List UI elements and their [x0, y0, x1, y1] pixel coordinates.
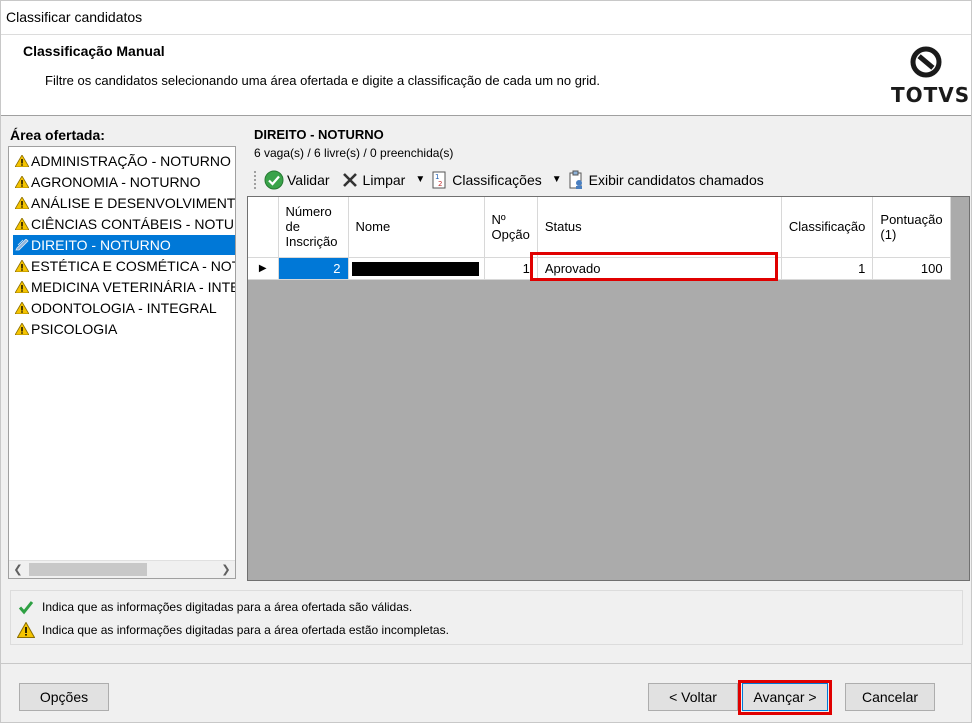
- course-title: DIREITO - NOTURNO: [254, 127, 384, 142]
- candidates-table: Número de Inscrição Nome Nº Opção Status…: [248, 197, 951, 280]
- cell-opcao[interactable]: 1: [484, 257, 538, 280]
- grid-header-row: Número de Inscrição Nome Nº Opção Status…: [248, 197, 951, 258]
- area-item-medicina-veterinaria[interactable]: MEDICINA VETERINÁRIA - INTEGRAL: [13, 277, 235, 297]
- area-item-label: CIÊNCIAS CONTÁBEIS - NOTURNO: [31, 216, 235, 232]
- header-description: Filtre os candidatos selecionando uma ár…: [45, 73, 600, 88]
- cell-pontuacao[interactable]: 100: [872, 257, 951, 280]
- area-item-label: ESTÉTICA E COSMÉTICA - NOTURNO: [31, 258, 235, 274]
- cell-classificacao[interactable]: 1: [781, 257, 874, 280]
- legend-incomplete-text: Indica que as informações digitadas para…: [42, 623, 449, 637]
- scroll-left-icon[interactable]: ❮: [9, 562, 27, 578]
- svg-text:2: 2: [438, 180, 442, 188]
- window-title: Classificar candidatos: [1, 1, 971, 34]
- validar-label: Validar: [287, 171, 330, 188]
- area-item-label: ODONTOLOGIA - INTEGRAL: [31, 300, 217, 316]
- totvs-logo-icon: [910, 46, 942, 78]
- area-item-agronomia[interactable]: AGRONOMIA - NOTURNO: [13, 172, 235, 192]
- area-item-label: ANÁLISE E DESENVOLVIMENTO: [31, 195, 235, 211]
- current-row-indicator-icon[interactable]: ▶: [248, 257, 279, 280]
- area-ofertada-list[interactable]: ADMINISTRAÇÃO - NOTURNO AGRONOMIA - NOTU…: [8, 146, 236, 579]
- sort-numbers-icon: 12: [429, 170, 449, 190]
- scrollbar-thumb[interactable]: [29, 563, 147, 576]
- area-item-ciencias-contabeis[interactable]: CIÊNCIAS CONTÁBEIS - NOTURNO: [13, 214, 235, 234]
- area-item-label: PSICOLOGIA: [31, 321, 118, 337]
- table-row[interactable]: ▶ 2 1 Aprovado 1 100: [248, 257, 951, 280]
- warning-icon: [15, 323, 29, 335]
- avancar-button[interactable]: Avançar >: [742, 683, 828, 711]
- exibir-candidatos-chamados-button[interactable]: Exibir candidatos chamados: [566, 168, 764, 192]
- header-title: Classificação Manual: [23, 43, 165, 59]
- area-item-direito[interactable]: DIREITO - NOTURNO: [13, 235, 235, 255]
- toolbar-grip[interactable]: [254, 170, 260, 189]
- limpar-button[interactable]: Limpar: [340, 168, 406, 192]
- area-item-analise[interactable]: ANÁLISE E DESENVOLVIMENTO: [13, 193, 235, 213]
- redacted-name: [351, 261, 479, 276]
- warning-icon: [15, 621, 37, 639]
- legend-valid-text: Indica que as informações digitadas para…: [42, 600, 413, 614]
- column-classificacao[interactable]: Classificação: [781, 197, 874, 258]
- area-list-horizontal-scrollbar[interactable]: ❮ ❯: [9, 560, 235, 578]
- area-item-label: MEDICINA VETERINÁRIA - INTEGRAL: [31, 279, 235, 295]
- classificacoes-button[interactable]: 12 Classificações: [429, 168, 542, 192]
- area-item-label: ADMINISTRAÇÃO - NOTURNO: [31, 153, 231, 169]
- clipboard-user-icon: [566, 170, 586, 190]
- edit-icon: [15, 239, 29, 251]
- voltar-button[interactable]: < Voltar: [648, 683, 738, 711]
- warning-icon: [15, 218, 29, 230]
- cancelar-button[interactable]: Cancelar: [845, 683, 935, 711]
- classificacoes-label: Classificações: [452, 171, 542, 188]
- check-circle-icon: [264, 170, 284, 190]
- area-ofertada-label: Área ofertada:: [10, 127, 105, 143]
- warning-icon: [15, 302, 29, 314]
- column-pontuacao[interactable]: Pontuação (1): [872, 197, 951, 258]
- column-numero-inscricao[interactable]: Número de Inscrição: [278, 197, 349, 258]
- column-opcao[interactable]: Nº Opção: [484, 197, 538, 258]
- grid-toolbar: Validar Limpar ▼ 12 Classificações ▼ Exi…: [254, 166, 970, 193]
- column-nome[interactable]: Nome: [348, 197, 485, 258]
- footer-separator: [1, 663, 971, 664]
- clear-x-icon: [340, 170, 360, 190]
- totvs-logo: TOTVS: [891, 45, 971, 109]
- legend-incomplete: Indica que as informações digitadas para…: [15, 620, 449, 640]
- area-item-label: AGRONOMIA - NOTURNO: [31, 174, 201, 190]
- warning-icon: [15, 155, 29, 167]
- warning-icon: [15, 260, 29, 272]
- exibir-label: Exibir candidatos chamados: [588, 171, 764, 188]
- status-legend: Indica que as informações digitadas para…: [10, 590, 963, 645]
- wizard-header: Classificação Manual Filtre os candidato…: [1, 34, 971, 116]
- course-vacancy-summary: 6 vaga(s) / 6 livre(s) / 0 preenchida(s): [254, 146, 454, 160]
- area-item-label: DIREITO - NOTURNO: [31, 237, 171, 253]
- area-item-administracao[interactable]: ADMINISTRAÇÃO - NOTURNO: [13, 151, 235, 171]
- warning-icon: [15, 197, 29, 209]
- cell-nome[interactable]: [348, 257, 485, 280]
- validar-button[interactable]: Validar: [264, 168, 330, 192]
- classificar-candidatos-window: Classificar candidatos Classificação Man…: [0, 0, 972, 723]
- area-item-psicologia[interactable]: PSICOLOGIA: [13, 319, 235, 339]
- column-status[interactable]: Status: [537, 197, 782, 258]
- area-item-odontologia[interactable]: ODONTOLOGIA - INTEGRAL: [13, 298, 235, 318]
- classificacoes-dropdown-arrow-icon[interactable]: ▼: [415, 174, 425, 185]
- green-check-icon: [15, 598, 37, 616]
- limpar-label: Limpar: [362, 171, 406, 188]
- scroll-right-icon[interactable]: ❯: [217, 562, 235, 578]
- area-item-estetica[interactable]: ESTÉTICA E COSMÉTICA - NOTURNO: [13, 256, 235, 276]
- legend-valid: Indica que as informações digitadas para…: [15, 597, 412, 617]
- exibir-dropdown-arrow-icon[interactable]: ▼: [552, 174, 562, 185]
- warning-icon: [15, 281, 29, 293]
- warning-icon: [15, 176, 29, 188]
- cell-numero-inscricao[interactable]: 2: [278, 257, 349, 280]
- candidates-grid[interactable]: Número de Inscrição Nome Nº Opção Status…: [247, 196, 970, 581]
- cell-status[interactable]: Aprovado: [537, 257, 782, 280]
- logo-text: TOTVS: [891, 83, 971, 107]
- row-header-corner: [248, 197, 279, 258]
- opcoes-button[interactable]: Opções: [19, 683, 109, 711]
